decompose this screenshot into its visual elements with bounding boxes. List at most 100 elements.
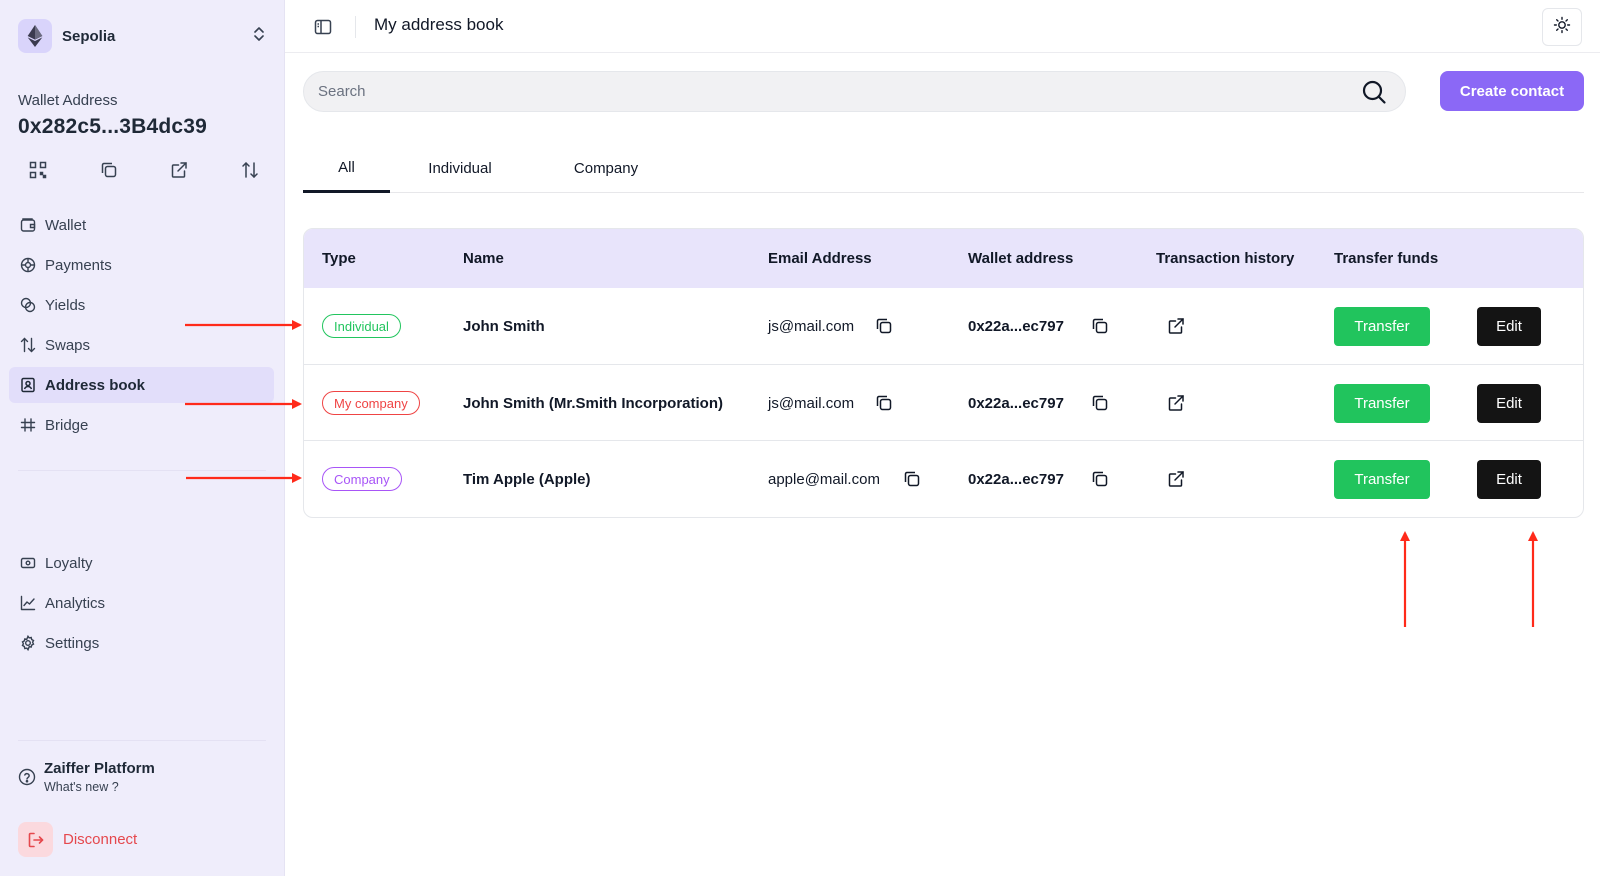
search-bar (303, 71, 1406, 112)
topbar-divider (355, 16, 356, 38)
qr-code-icon[interactable] (28, 160, 48, 180)
sidebar-item-label: Analytics (45, 594, 106, 612)
copy-wallet-icon[interactable] (1090, 393, 1110, 413)
column-header-type: Type (322, 250, 356, 267)
contact-name: John Smith (463, 317, 545, 335)
sidebar-item-label: Loyalty (45, 554, 93, 572)
column-header-email: Email Address (768, 250, 872, 267)
column-header-transaction-history: Transaction history (1156, 250, 1295, 267)
disconnect-label: Disconnect (63, 831, 138, 848)
settings-icon (19, 634, 37, 652)
table-row: Individual John Smith js@mail.com 0x22a.… (304, 288, 1583, 364)
sidebar-item-label: Address book (45, 376, 146, 394)
contact-name: Tim Apple (Apple) (463, 470, 591, 488)
sidebar-item-yields[interactable]: Yields (9, 287, 274, 323)
copy-wallet-icon[interactable] (1090, 316, 1110, 336)
wallet-address-label: Wallet Address (18, 92, 118, 109)
sidebar-item-label: Swaps (45, 336, 91, 354)
sidebar-item-bridge[interactable]: Bridge (9, 407, 274, 443)
tab-individual[interactable]: Individual (405, 145, 515, 192)
copy-email-icon[interactable] (874, 393, 894, 413)
address-book-icon (19, 376, 37, 394)
type-badge-individual: Individual (322, 314, 401, 338)
bridge-icon (19, 416, 37, 434)
sidebar-item-label: Wallet (45, 216, 87, 234)
contacts-table: Type Name Email Address Wallet address T… (303, 228, 1584, 518)
contact-email: js@mail.com (768, 394, 855, 412)
help-circle-icon (18, 768, 36, 786)
transfer-button[interactable]: Transfer (1334, 459, 1430, 499)
sidebar-item-swaps[interactable]: Swaps (9, 327, 274, 363)
transaction-history-link-icon[interactable] (1166, 316, 1186, 336)
main-content: My address book Create contact All Indiv… (285, 0, 1600, 876)
chevron-up-down-icon (252, 26, 266, 47)
loyalty-icon (19, 554, 37, 572)
tab-all[interactable]: All (303, 145, 390, 193)
sidebar-item-label: Yields (45, 296, 86, 314)
copy-email-icon[interactable] (902, 469, 922, 489)
transaction-history-link-icon[interactable] (1166, 469, 1186, 489)
payments-icon (19, 256, 37, 274)
edit-button[interactable]: Edit (1477, 459, 1541, 499)
edit-button[interactable]: Edit (1477, 383, 1541, 423)
network-selector[interactable]: Sepolia (18, 18, 268, 54)
yields-icon (19, 296, 37, 314)
type-badge-my-company: My company (322, 391, 420, 415)
sidebar-divider (18, 470, 266, 471)
sidebar-item-label: Bridge (45, 416, 89, 434)
search-icon[interactable] (1361, 79, 1387, 105)
page-title: My address book (374, 15, 504, 34)
contact-name: John Smith (Mr.Smith Incorporation) (463, 394, 723, 412)
create-contact-button[interactable]: Create contact (1440, 71, 1584, 111)
copy-icon[interactable] (99, 160, 119, 180)
sidebar-item-settings[interactable]: Settings (9, 625, 274, 661)
swap-arrows-icon[interactable] (240, 160, 260, 180)
platform-title: Zaiffer Platform (44, 760, 155, 777)
sidebar: Sepolia Wallet Address 0x282c5...3B4dc39 (0, 0, 285, 876)
sidebar-toggle-icon[interactable] (313, 17, 333, 37)
network-name: Sepolia (62, 27, 116, 45)
topbar: My address book (285, 0, 1600, 53)
platform-subtitle: What's new ? (44, 780, 119, 794)
search-input[interactable] (318, 72, 1361, 111)
wallet-address: 0x282c5...3B4dc39 (18, 115, 208, 138)
secondary-nav: Loyalty Analytics Settings (9, 545, 274, 665)
contact-wallet: 0x22a...ec797 (968, 470, 1064, 488)
table-row: My company John Smith (Mr.Smith Incorpor… (304, 364, 1583, 440)
sidebar-item-label: Settings (45, 634, 100, 652)
wallet-icon (19, 216, 37, 234)
sidebar-item-address-book[interactable]: Address book (9, 367, 274, 403)
column-header-name: Name (463, 250, 504, 267)
transfer-button[interactable]: Transfer (1334, 383, 1430, 423)
external-link-icon[interactable] (169, 160, 189, 180)
transfer-button[interactable]: Transfer (1334, 306, 1430, 346)
main-nav: Wallet Payments Yields Swaps Address boo… (9, 207, 274, 447)
contact-email: js@mail.com (768, 317, 855, 335)
analytics-icon (19, 594, 37, 612)
swap-icon (19, 336, 37, 354)
logout-icon (18, 822, 53, 857)
sidebar-divider (18, 740, 266, 741)
column-header-transfer-funds: Transfer funds (1334, 250, 1439, 267)
sidebar-item-wallet[interactable]: Wallet (9, 207, 274, 243)
type-badge-company: Company (322, 467, 402, 491)
sidebar-item-loyalty[interactable]: Loyalty (9, 545, 274, 581)
wallet-actions (28, 160, 260, 180)
contact-email: apple@mail.com (768, 470, 880, 488)
table-header: Type Name Email Address Wallet address T… (304, 229, 1583, 288)
copy-wallet-icon[interactable] (1090, 469, 1110, 489)
transaction-history-link-icon[interactable] (1166, 393, 1186, 413)
copy-email-icon[interactable] (874, 316, 894, 336)
column-header-wallet: Wallet address (968, 250, 1074, 267)
theme-toggle-button[interactable] (1542, 8, 1582, 46)
platform-whats-new[interactable]: Zaiffer Platform What's new ? (18, 760, 268, 794)
tab-company[interactable]: Company (551, 145, 661, 192)
sidebar-item-analytics[interactable]: Analytics (9, 585, 274, 621)
sun-icon (1553, 16, 1571, 39)
sidebar-item-payments[interactable]: Payments (9, 247, 274, 283)
contact-wallet: 0x22a...ec797 (968, 317, 1064, 335)
table-row: Company Tim Apple (Apple) apple@mail.com… (304, 440, 1583, 516)
disconnect-button[interactable]: Disconnect (18, 822, 137, 857)
edit-button[interactable]: Edit (1477, 306, 1541, 346)
contact-wallet: 0x22a...ec797 (968, 394, 1064, 412)
